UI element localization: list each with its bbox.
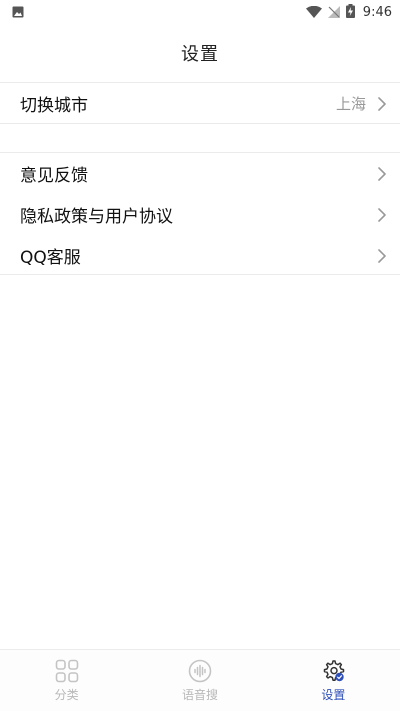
status-left [12,3,24,22]
nav-item-category[interactable]: 分类 [0,650,133,711]
privacy-policy-label: 隐私政策与用户协议 [20,207,173,227]
nav-label-voice-search: 语音搜 [181,688,218,702]
privacy-policy-row[interactable]: 隐私政策与用户协议 [0,194,400,235]
feedback-label: 意见反馈 [20,166,88,186]
status-bar: 9:46 [0,0,400,24]
switch-city-row[interactable]: 切换城市 上海 [0,83,400,124]
nav-item-voice-search[interactable]: 语音搜 [133,650,266,711]
chevron-right-icon [376,248,388,264]
switch-city-label: 切换城市 [20,96,88,116]
status-time: 9:46 [362,4,392,20]
grid-icon [54,658,80,684]
feedback-row[interactable]: 意见反馈 [0,153,400,194]
title-bar: 设置 [0,24,400,82]
chevron-right-icon [376,166,388,182]
status-right: 9:46 [305,3,392,22]
chevron-right-icon [376,96,388,112]
current-city-value: 上海 [335,95,366,113]
qq-support-row[interactable]: QQ客服 [0,235,400,276]
page-title: 设置 [181,44,219,65]
voice-search-icon [187,658,213,684]
wifi-icon [305,3,322,22]
bottom-nav: 分类 语音搜 设置 [0,649,400,711]
image-icon [12,3,24,22]
no-signal-icon [327,3,340,22]
qq-support-label: QQ客服 [20,248,81,268]
nav-label-category: 分类 [54,688,79,702]
chevron-right-icon [376,207,388,223]
settings-list-section: 意见反馈 隐私政策与用户协议 QQ客服 [0,152,400,275]
nav-item-settings[interactable]: 设置 [267,650,400,711]
battery-charging-icon [345,3,355,22]
nav-label-settings: 设置 [321,688,346,702]
city-section: 切换城市 上海 [0,82,400,124]
gear-icon [320,658,346,684]
settings-screen: 9:46 设置 切换城市 上海 意见反馈 隐私政策与用户协议 QQ客服 分类 语… [0,0,400,711]
